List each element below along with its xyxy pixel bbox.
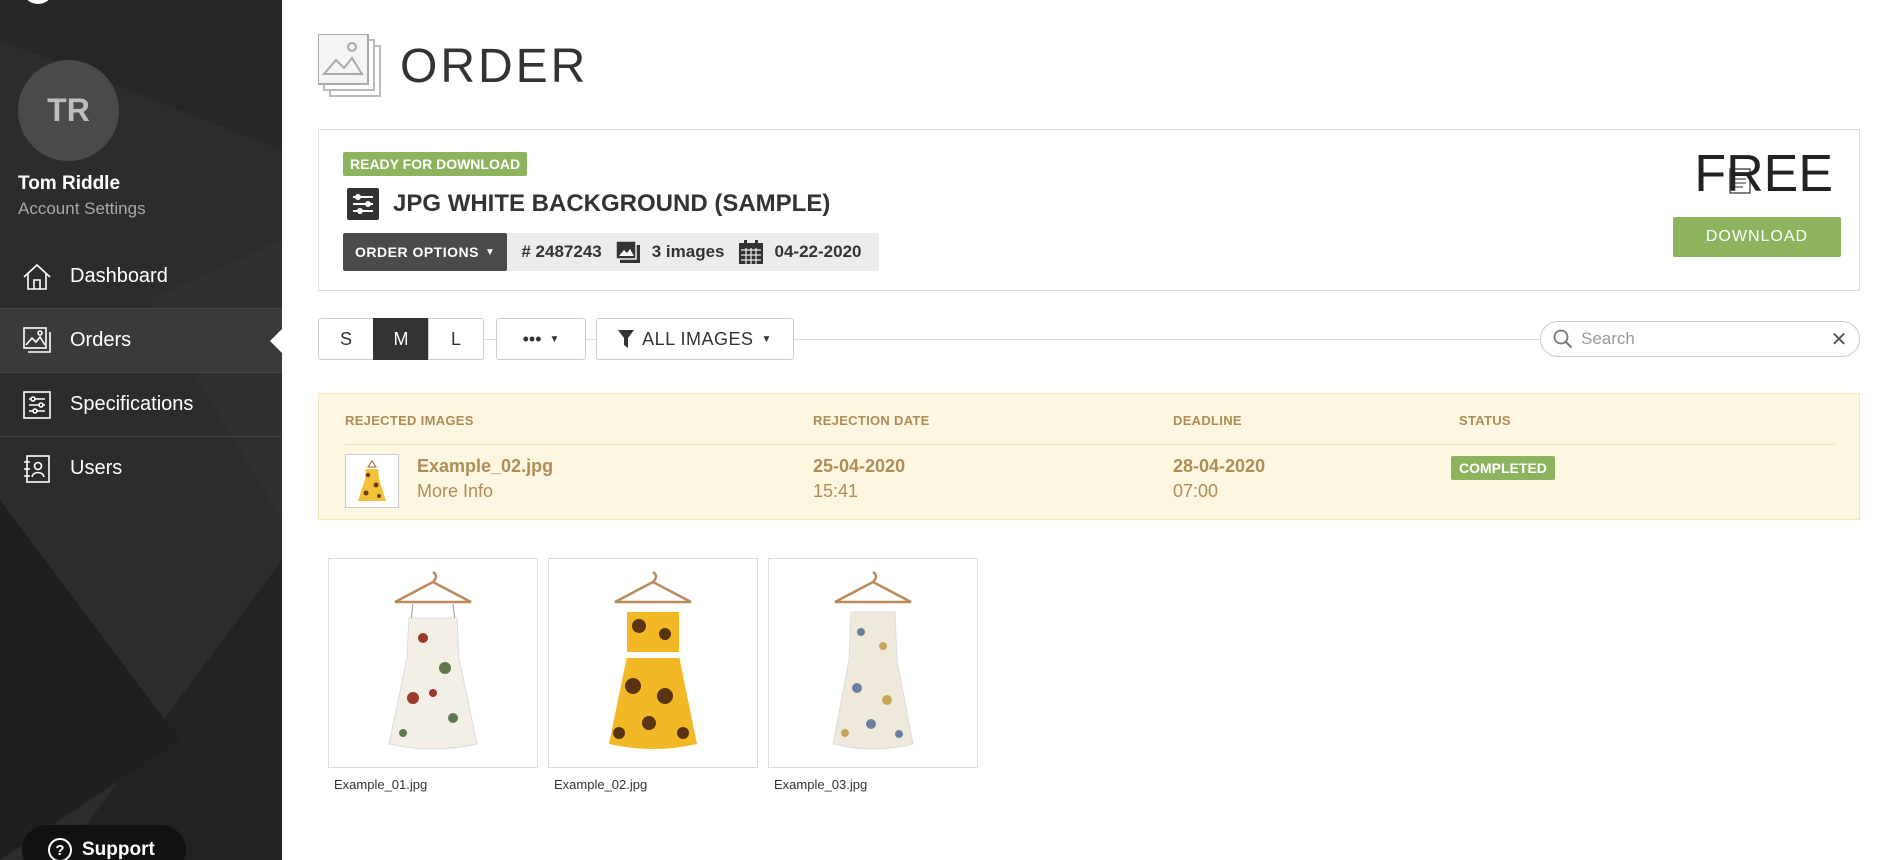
order-status-badge: READY FOR DOWNLOAD bbox=[343, 152, 528, 176]
user-name: Tom Riddle bbox=[18, 173, 121, 194]
caret-down-icon: ▼ bbox=[484, 246, 496, 258]
order-meta-bar: ORDER OPTIONS ▼ # 2487243 3 images 04-22… bbox=[343, 233, 880, 271]
order-number-text: # 2487243 bbox=[521, 242, 602, 261]
sidebar-item-label: Users bbox=[70, 457, 123, 479]
deadline-date: 28-04-2020 bbox=[1173, 456, 1266, 476]
gallery-item: Example_02.jpg bbox=[548, 558, 758, 792]
clear-search-icon[interactable]: ✕ bbox=[1829, 327, 1849, 352]
sidebar-item-orders[interactable]: Orders bbox=[0, 309, 282, 372]
size-medium-button[interactable]: M bbox=[373, 318, 429, 360]
address-book-icon bbox=[20, 452, 54, 486]
rejection-time: 15:41 bbox=[813, 481, 859, 501]
page-title: ORDER bbox=[400, 39, 589, 93]
sidebar: TR Tom Riddle Account Settings Dashboard… bbox=[0, 0, 282, 860]
image-stack-icon bbox=[615, 241, 640, 263]
gallery-item-name: Example_01.jpg bbox=[334, 777, 428, 792]
rejected-file-link[interactable]: Example_02.jpg bbox=[417, 456, 553, 477]
rejected-images-panel: REJECTED IMAGES REJECTION DATE DEADLINE … bbox=[318, 393, 1860, 520]
sidebar-item-dashboard[interactable]: Dashboard bbox=[0, 245, 282, 308]
sidebar-item-label: Orders bbox=[70, 329, 132, 351]
order-name-row: JPG WHITE BACKGROUND (SAMPLE) bbox=[347, 188, 830, 220]
support-button[interactable]: ? Support bbox=[22, 825, 186, 860]
more-options-dropdown[interactable]: ••• ▼ bbox=[496, 318, 586, 360]
home-icon bbox=[20, 260, 54, 294]
specification-icon bbox=[347, 188, 379, 220]
deadline-time: 07:00 bbox=[1173, 481, 1219, 501]
image-gallery: Example_01.jpg Example_02.jpg Example_03… bbox=[328, 558, 978, 792]
order-price: FREE bbox=[1694, 144, 1833, 204]
order-summary-card: READY FOR DOWNLOAD JPG WHITE BACKGROUND … bbox=[318, 129, 1860, 291]
calendar-icon bbox=[738, 240, 763, 264]
column-header-status: STATUS bbox=[1459, 413, 1511, 428]
more-info-link[interactable]: More Info bbox=[417, 481, 493, 502]
gallery-item-name: Example_03.jpg bbox=[774, 777, 868, 792]
image-toolbar: S M L ••• ▼ ALL IMAGES ▼ ✕ bbox=[318, 318, 1860, 360]
size-small-button[interactable]: S bbox=[318, 318, 374, 360]
order-name: JPG WHITE BACKGROUND (SAMPLE) bbox=[393, 190, 831, 217]
order-options-label: ORDER OPTIONS bbox=[355, 244, 479, 260]
gallery-thumbnail[interactable] bbox=[548, 558, 758, 768]
help-icon: ? bbox=[48, 838, 72, 860]
search-box: ✕ bbox=[1540, 321, 1860, 357]
column-header-rejected-images: REJECTED IMAGES bbox=[345, 413, 474, 428]
sliders-icon bbox=[20, 388, 54, 422]
dress-image bbox=[832, 570, 914, 750]
sidebar-nav: Dashboard Orders Specifications Users bbox=[0, 245, 282, 500]
filter-label: ALL IMAGES bbox=[642, 328, 754, 349]
rejected-image-thumbnail[interactable] bbox=[345, 454, 399, 508]
image-count-text: 3 images bbox=[651, 242, 725, 261]
order-images-icon bbox=[318, 34, 381, 97]
order-image-count: 3 images bbox=[615, 241, 725, 263]
caret-down-icon: ▼ bbox=[549, 333, 560, 345]
price-value: FREE bbox=[1694, 145, 1833, 203]
caret-down-icon: ▼ bbox=[761, 333, 772, 345]
column-header-rejection-date: REJECTION DATE bbox=[813, 413, 930, 428]
gallery-item: Example_01.jpg bbox=[328, 558, 538, 792]
order-options-dropdown[interactable]: ORDER OPTIONS ▼ bbox=[343, 233, 508, 271]
gallery-item-name: Example_02.jpg bbox=[554, 777, 648, 792]
support-label: Support bbox=[82, 839, 155, 860]
account-settings-link[interactable]: Account Settings bbox=[18, 199, 146, 219]
order-number: # 2487243 bbox=[521, 242, 601, 262]
brand-logo[interactable] bbox=[18, 0, 68, 8]
size-large-button[interactable]: L bbox=[428, 318, 484, 360]
status-badge: COMPLETED bbox=[1451, 456, 1555, 480]
order-date: 04-22-2020 bbox=[738, 240, 862, 264]
more-options-label: ••• bbox=[522, 328, 542, 349]
order-date-text: 04-22-2020 bbox=[774, 242, 862, 261]
avatar[interactable]: TR bbox=[18, 60, 119, 161]
download-button[interactable]: DOWNLOAD bbox=[1673, 217, 1841, 257]
filter-icon bbox=[618, 330, 635, 348]
sidebar-item-label: Dashboard bbox=[70, 265, 168, 287]
search-icon bbox=[1553, 329, 1573, 349]
gallery-thumbnail[interactable] bbox=[328, 558, 538, 768]
image-filter-dropdown[interactable]: ALL IMAGES ▼ bbox=[596, 318, 794, 360]
thumbnail-size-toggle: S M L bbox=[318, 318, 484, 360]
page-header: ORDER bbox=[318, 34, 588, 98]
gallery-item: Example_03.jpg bbox=[768, 558, 978, 792]
gallery-thumbnail[interactable] bbox=[768, 558, 978, 768]
sidebar-item-label: Specifications bbox=[70, 393, 194, 415]
sidebar-item-specifications[interactable]: Specifications bbox=[0, 373, 282, 436]
main-content: ORDER READY FOR DOWNLOAD JPG WHITE BACKG… bbox=[282, 0, 1890, 860]
search-input[interactable] bbox=[1581, 329, 1829, 349]
column-header-deadline: DEADLINE bbox=[1173, 413, 1242, 428]
dress-image bbox=[388, 570, 478, 750]
images-icon bbox=[20, 324, 54, 358]
sidebar-item-users[interactable]: Users bbox=[0, 437, 282, 500]
divider bbox=[345, 444, 1835, 445]
rejection-date: 25-04-2020 bbox=[813, 456, 906, 476]
dress-image bbox=[609, 570, 697, 749]
